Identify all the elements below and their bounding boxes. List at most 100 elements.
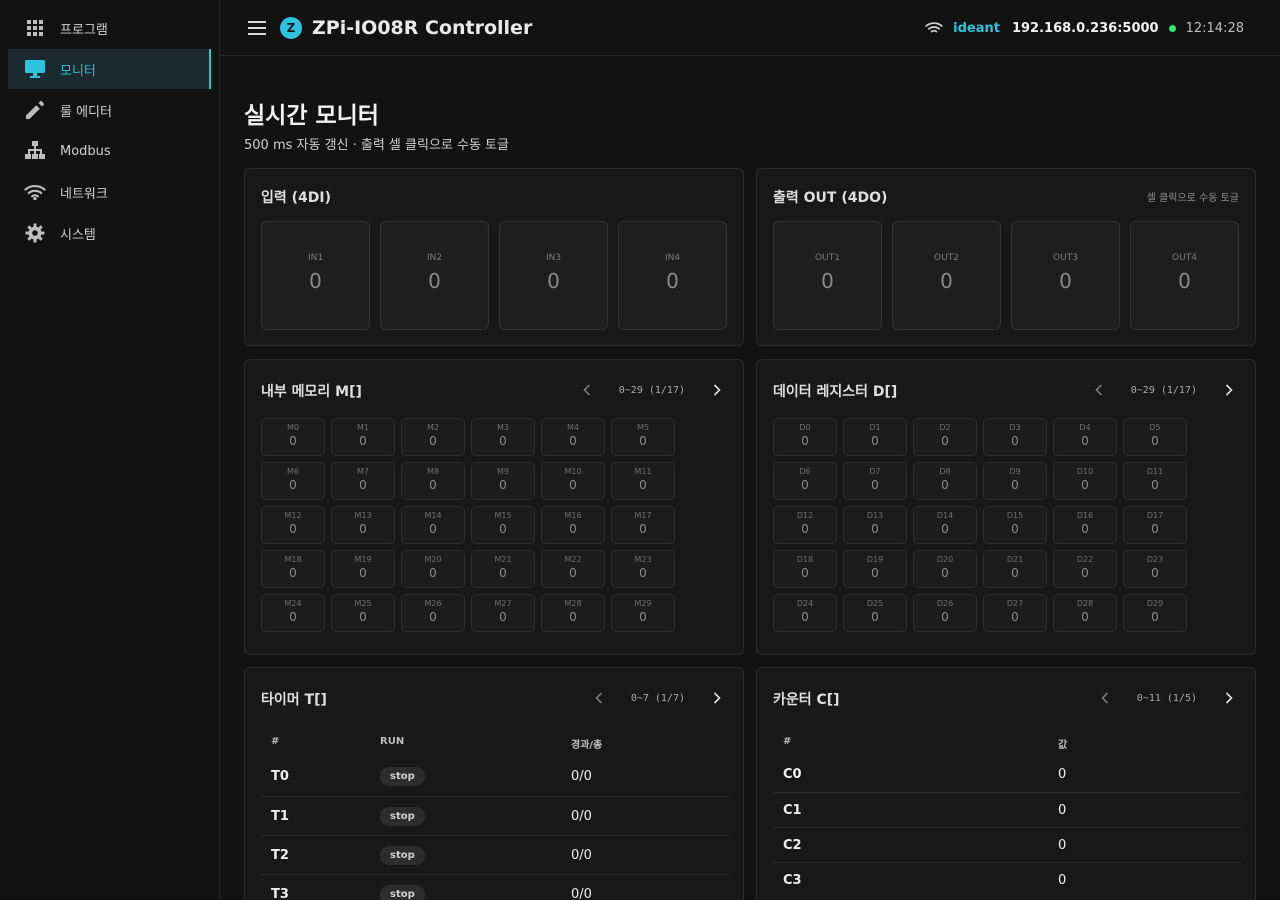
- column-header: RUN: [380, 736, 405, 747]
- input-cell: IN2 0: [380, 221, 489, 330]
- memory-cell: M5 0: [611, 418, 675, 456]
- sidebar-item-system[interactable]: 시스템: [8, 213, 211, 253]
- memory-cell: M9 0: [471, 462, 535, 500]
- next-page-button[interactable]: [1219, 688, 1239, 708]
- monitor-icon: [24, 58, 46, 80]
- card-title: 카운터 C[]: [773, 692, 840, 708]
- gear-icon: [24, 222, 46, 244]
- hamburger-menu-icon[interactable]: [246, 17, 268, 39]
- cell-address: M1: [357, 423, 369, 432]
- timer-name: T0: [271, 769, 289, 784]
- output-cell[interactable]: OUT2 0: [892, 221, 1001, 330]
- column-header: #: [783, 736, 792, 747]
- cell-value: 0: [359, 610, 367, 624]
- memory-cell: D10 0: [1053, 462, 1117, 500]
- counter-name: C0: [783, 767, 802, 782]
- online-status-dot: [1168, 24, 1176, 32]
- cell-value: 0: [569, 522, 577, 536]
- status-badge: stop: [380, 885, 425, 900]
- input-label: IN3: [545, 253, 562, 263]
- sidebar-item-label: 네트워크: [60, 186, 108, 202]
- sidebar-item-label: Modbus: [60, 143, 111, 159]
- cell-value: 0: [1081, 610, 1089, 624]
- cell-value: 0: [871, 566, 879, 580]
- memory-cell: D12 0: [773, 506, 837, 544]
- output-cell[interactable]: OUT1 0: [773, 221, 882, 330]
- card-title: 데이터 레지스터 D[]: [773, 384, 898, 400]
- cell-address: D25: [866, 599, 884, 608]
- cell-address: M19: [354, 555, 372, 564]
- memory-cell: M19 0: [331, 550, 395, 588]
- memory-cell: D9 0: [983, 462, 1047, 500]
- memory-cell: M1 0: [331, 418, 395, 456]
- memory-cell: D26 0: [913, 594, 977, 632]
- memory-cell: D1 0: [843, 418, 907, 456]
- cell-address: M3: [497, 423, 509, 432]
- next-page-button[interactable]: [707, 688, 727, 708]
- sidebar-item-rule-editor[interactable]: 룰 에디터: [8, 90, 211, 130]
- memory-cell: M20 0: [401, 550, 465, 588]
- cell-address: M23: [634, 555, 652, 564]
- memory-cell: D5 0: [1123, 418, 1187, 456]
- memory-cell: M22 0: [541, 550, 605, 588]
- app-logo: Z: [280, 16, 302, 39]
- host-address: 192.168.0.236:5000: [1011, 20, 1159, 36]
- memory-cell: D13 0: [843, 506, 907, 544]
- cell-address: D26: [936, 599, 954, 608]
- cell-value: 0: [871, 522, 879, 536]
- wifi-icon: [925, 21, 943, 35]
- memory-cell: M17 0: [611, 506, 675, 544]
- cell-address: D7: [869, 467, 881, 476]
- cell-address: D29: [1146, 599, 1164, 608]
- memory-cell: D27 0: [983, 594, 1047, 632]
- sidebar-item-label: 시스템: [60, 227, 96, 243]
- wifi-icon: [24, 181, 46, 203]
- output-cell[interactable]: OUT4 0: [1130, 221, 1239, 330]
- top-bar: Z ZPi-IO08R Controller ideant 192.168.0.…: [220, 0, 1280, 56]
- memory-cell: M6 0: [261, 462, 325, 500]
- sidebar-item-modbus[interactable]: Modbus: [8, 131, 211, 171]
- table-row: C3 0: [773, 862, 1241, 897]
- memory-cell: M27 0: [471, 594, 535, 632]
- output-cell[interactable]: OUT3 0: [1011, 221, 1120, 330]
- prev-page-button[interactable]: [589, 688, 609, 708]
- cell-address: M25: [354, 599, 372, 608]
- cell-value: 0: [499, 522, 507, 536]
- next-page-button[interactable]: [1219, 380, 1239, 400]
- memory-cell: M25 0: [331, 594, 395, 632]
- input-label: IN2: [426, 253, 443, 263]
- prev-page-button[interactable]: [577, 380, 597, 400]
- cell-address: D2: [939, 423, 951, 432]
- memory-cell: M28 0: [541, 594, 605, 632]
- cell-value: 0: [639, 478, 647, 492]
- sidebar-item-program[interactable]: 프로그램: [8, 8, 211, 48]
- cell-address: D6: [799, 467, 811, 476]
- input-value: 0: [547, 269, 560, 293]
- sidebar-item-network[interactable]: 네트워크: [8, 172, 211, 212]
- cell-address: D15: [1006, 511, 1024, 520]
- cell-value: 0: [1151, 522, 1159, 536]
- timer-elapsed: 0/0: [571, 769, 592, 784]
- prev-page-button[interactable]: [1095, 688, 1115, 708]
- prev-page-button[interactable]: [1089, 380, 1109, 400]
- memory-cell: D20 0: [913, 550, 977, 588]
- cell-address: M13: [354, 511, 372, 520]
- table-row: T3 stop 0/0: [261, 874, 729, 900]
- cell-value: 0: [1081, 478, 1089, 492]
- inputs-card: 입력 (4DI) IN1 0 IN2 0 IN3 0 IN4 0: [244, 168, 744, 346]
- cell-address: D0: [799, 423, 811, 432]
- memory-cell: M26 0: [401, 594, 465, 632]
- cell-address: M16: [564, 511, 582, 520]
- cell-value: 0: [941, 566, 949, 580]
- cell-value: 0: [359, 566, 367, 580]
- sidebar-item-monitor[interactable]: 모니터: [8, 49, 211, 89]
- cell-address: D23: [1146, 555, 1164, 564]
- cell-value: 0: [1151, 610, 1159, 624]
- next-page-button[interactable]: [707, 380, 727, 400]
- cell-value: 0: [1011, 566, 1019, 580]
- cell-value: 0: [429, 434, 437, 448]
- cell-address: M14: [424, 511, 442, 520]
- cell-address: D27: [1006, 599, 1024, 608]
- connection-status: ideant 192.168.0.236:5000 12:14:28: [925, 0, 1244, 56]
- column-header: 값: [1058, 740, 1068, 751]
